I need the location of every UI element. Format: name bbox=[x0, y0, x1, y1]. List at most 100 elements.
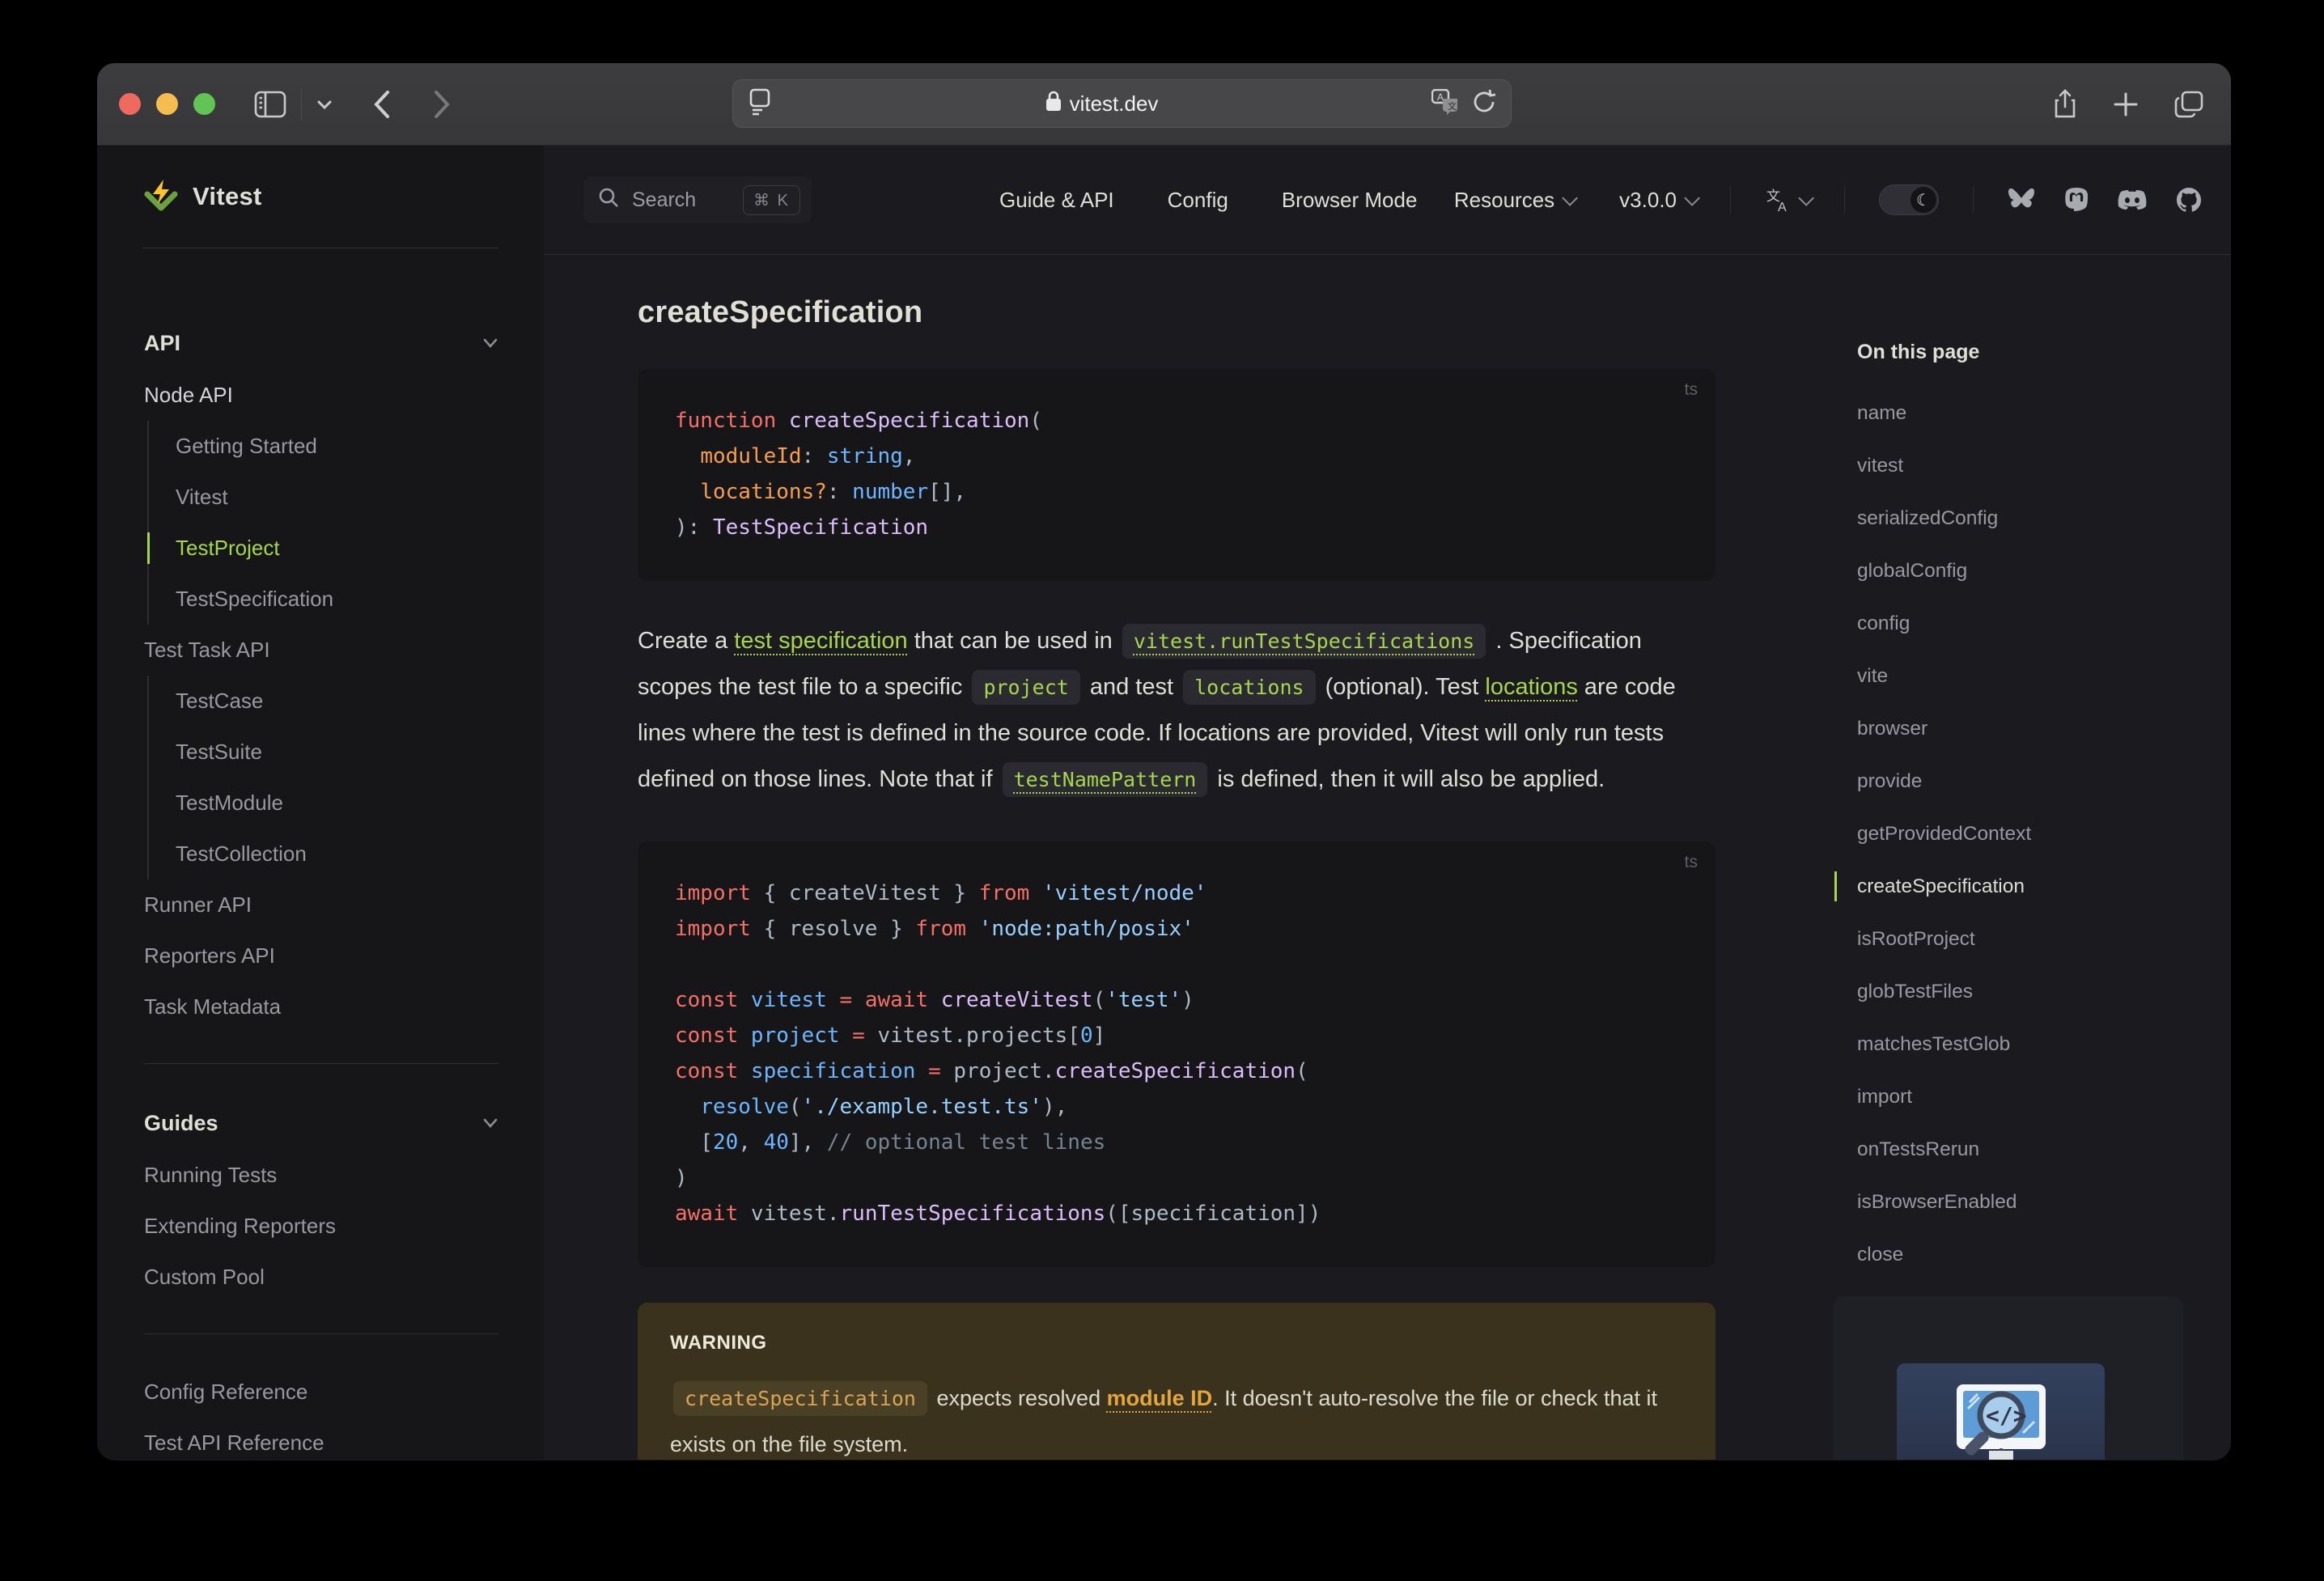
toc-item-close[interactable]: close bbox=[1857, 1228, 2205, 1281]
on-this-page: On this page name vitest serializedConfig g… bbox=[1834, 341, 2205, 1281]
sidebar-item-test-task-api[interactable]: Test Task API bbox=[144, 625, 498, 676]
sidebar-item-task-metadata[interactable]: Task Metadata bbox=[144, 981, 498, 1032]
toc-item-import[interactable]: import bbox=[1857, 1070, 2205, 1123]
warning-callout: WARNING createSpecification expects reso… bbox=[638, 1303, 1715, 1460]
code-token: './example.test.ts' bbox=[801, 1095, 1042, 1119]
sidebar-item-testproject[interactable]: TestProject bbox=[147, 523, 498, 574]
nav-link-guide-api[interactable]: Guide & API bbox=[999, 188, 1114, 213]
forward-button[interactable] bbox=[433, 90, 451, 119]
back-button[interactable] bbox=[373, 90, 391, 119]
minimize-window-button[interactable] bbox=[156, 93, 178, 115]
toc-item-globalconfig[interactable]: globalConfig bbox=[1857, 545, 2205, 597]
toc-item-createspecification[interactable]: createSpecification bbox=[1834, 860, 2205, 913]
text-link[interactable]: module ID bbox=[1107, 1386, 1213, 1410]
code-token: ( bbox=[1296, 1059, 1308, 1083]
mastodon-icon[interactable] bbox=[2064, 187, 2089, 213]
toc-item-ontestsrerun[interactable]: onTestsRerun bbox=[1857, 1123, 2205, 1176]
sidebar-item-reporters-api[interactable]: Reporters API bbox=[144, 930, 498, 981]
sidebar-item-test-api-reference[interactable]: Test API Reference bbox=[144, 1418, 498, 1460]
url-text[interactable]: vitest.dev bbox=[1070, 91, 1159, 117]
inline-code: locations bbox=[1183, 670, 1316, 705]
code-token: [ bbox=[675, 1130, 713, 1155]
sidebar-item-extending-reporters[interactable]: Extending Reporters bbox=[144, 1201, 498, 1252]
code-token: function bbox=[675, 409, 789, 433]
toc-item-globtestfiles[interactable]: globTestFiles bbox=[1857, 965, 2205, 1018]
sidebar-section-divider bbox=[144, 1063, 498, 1064]
sidebar-item-custom-pool[interactable]: Custom Pool bbox=[144, 1252, 498, 1303]
code-block-signature[interactable]: ts function createSpecification( moduleI… bbox=[638, 369, 1715, 581]
sidebar-item-vitest[interactable]: Vitest bbox=[176, 472, 498, 523]
sidebar-section-title[interactable]: Guides bbox=[144, 1096, 498, 1150]
inline-code-link[interactable]: vitest.runTestSpecifications bbox=[1122, 624, 1486, 659]
page-title: createSpecification bbox=[638, 295, 923, 329]
code-token: ] bbox=[1092, 1024, 1106, 1048]
sidebar-chevron-down-icon[interactable] bbox=[316, 99, 333, 110]
sidebar-section-title[interactable]: API bbox=[144, 316, 498, 370]
toc-item-browser[interactable]: browser bbox=[1857, 702, 2205, 755]
toc-item-vitest[interactable]: vitest bbox=[1857, 439, 2205, 492]
text-run: Create a bbox=[638, 628, 735, 654]
share-icon[interactable] bbox=[2053, 89, 2077, 120]
code-token: 'test' bbox=[1105, 988, 1182, 1012]
toc-item-isbrowserenabled[interactable]: isBrowserEnabled bbox=[1857, 1176, 2205, 1228]
discord-icon[interactable] bbox=[2118, 189, 2147, 211]
nav-dropdown-resources[interactable]: Resources bbox=[1454, 188, 1579, 213]
brand-name: Vitest bbox=[193, 182, 262, 210]
text-run: expects resolved bbox=[930, 1386, 1107, 1410]
text-link[interactable]: test specification bbox=[734, 628, 907, 654]
text-link[interactable]: locations bbox=[1485, 674, 1577, 700]
toc-item-config[interactable]: config bbox=[1857, 597, 2205, 650]
code-token: , bbox=[902, 444, 916, 468]
toc-item-matchestestglob[interactable]: matchesTestGlob bbox=[1857, 1018, 2205, 1070]
code-token: import bbox=[675, 881, 751, 905]
toc-item-vite[interactable]: vite bbox=[1857, 650, 2205, 702]
url-bar[interactable]: vitest.dev A 文 bbox=[732, 79, 1512, 128]
sidebar-item-testmodule[interactable]: TestModule bbox=[176, 778, 498, 829]
code-line: resolve('./example.test.ts'), bbox=[675, 1089, 1683, 1125]
bluesky-icon[interactable] bbox=[2008, 188, 2035, 212]
code-block-example[interactable]: ts import { createVitest } from 'vitest/… bbox=[638, 841, 1715, 1267]
logo-row[interactable]: Vitest bbox=[97, 146, 544, 248]
toc-item-getprovidedcontext[interactable]: getProvidedContext bbox=[1857, 807, 2205, 860]
code-token: const bbox=[675, 1024, 739, 1048]
reader-icon[interactable] bbox=[748, 87, 772, 121]
sidebar-item-testspecification[interactable]: TestSpecification bbox=[176, 574, 498, 625]
sidebar-item-running-tests[interactable]: Running Tests bbox=[144, 1150, 498, 1201]
theme-toggle[interactable]: ☾ bbox=[1879, 184, 1939, 215]
code-token: { createVitest } bbox=[750, 881, 979, 905]
nav-dropdown-version[interactable]: v3.0.0 bbox=[1619, 188, 1701, 213]
nav-link-browser-mode[interactable]: Browser Mode bbox=[1282, 188, 1418, 213]
inline-code-link[interactable]: testNamePattern bbox=[1002, 762, 1208, 797]
sidebar-item-getting-started[interactable]: Getting Started bbox=[176, 421, 498, 472]
nav-link-config[interactable]: Config bbox=[1168, 188, 1228, 213]
new-tab-icon[interactable] bbox=[2113, 91, 2139, 117]
ad-card[interactable]: </> bbox=[1833, 1296, 2183, 1460]
language-icon[interactable]: 文 A bbox=[1765, 186, 1815, 214]
toc-item-provide[interactable]: provide bbox=[1857, 755, 2205, 807]
sidebar-toggle-icon[interactable] bbox=[254, 91, 286, 118]
sidebar-item-testcollection[interactable]: TestCollection bbox=[176, 829, 498, 880]
code-token: : bbox=[826, 480, 853, 504]
search-button[interactable]: Search ⌘ K bbox=[583, 176, 812, 223]
github-icon[interactable] bbox=[2176, 187, 2202, 213]
zoom-window-button[interactable] bbox=[193, 93, 215, 115]
translate-icon[interactable]: A 文 bbox=[1431, 88, 1459, 119]
toc-item-name[interactable]: name bbox=[1857, 387, 2205, 439]
code-line: import { createVitest } from 'vitest/nod… bbox=[675, 875, 1683, 911]
tabs-overview-icon[interactable] bbox=[2174, 91, 2203, 118]
sidebar-item-testcase[interactable]: TestCase bbox=[176, 676, 498, 727]
code-line: moduleId: string, bbox=[675, 439, 1683, 474]
reload-icon[interactable] bbox=[1472, 89, 1496, 119]
sidebar-item-testsuite[interactable]: TestSuite bbox=[176, 727, 498, 778]
toc-item-serializedconfig[interactable]: serializedConfig bbox=[1857, 492, 2205, 545]
code-lines: import { createVitest } from 'vitest/nod… bbox=[675, 875, 1683, 1231]
code-search-icon: </> bbox=[1956, 1384, 2046, 1460]
sidebar-item-node-api[interactable]: Node API bbox=[144, 370, 498, 421]
sidebar-item-config-reference[interactable]: Config Reference bbox=[144, 1367, 498, 1418]
close-window-button[interactable] bbox=[119, 93, 141, 115]
toc-item-isrootproject[interactable]: isRootProject bbox=[1857, 913, 2205, 965]
code-token: 40 bbox=[763, 1130, 789, 1155]
sidebar-item-runner-api[interactable]: Runner API bbox=[144, 880, 498, 930]
code-token: from bbox=[978, 881, 1030, 905]
